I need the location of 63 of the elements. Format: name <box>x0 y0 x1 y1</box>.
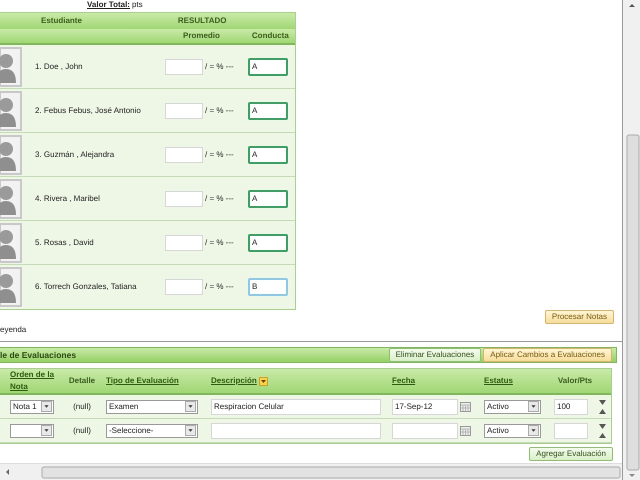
calendar-icon[interactable] <box>460 426 471 436</box>
conduct-input[interactable]: A <box>248 146 288 164</box>
average-percent: / = % --- <box>205 148 235 160</box>
column-header: Valor/Pts <box>558 375 592 387</box>
average-input[interactable] <box>165 102 203 118</box>
description-input[interactable] <box>211 422 381 438</box>
points-input[interactable]: 100 <box>554 398 588 414</box>
average-percent: / = % --- <box>205 104 235 116</box>
vertical-scrollbar[interactable] <box>622 0 640 480</box>
conduct-input[interactable]: A <box>248 58 288 76</box>
conduct-input[interactable]: A <box>248 234 288 252</box>
average-input[interactable] <box>165 58 203 74</box>
conduct-input[interactable]: A <box>248 190 288 208</box>
student-name: 2. Febus Febus, José Antonio <box>35 104 142 116</box>
average-input[interactable] <box>165 190 203 206</box>
status-select[interactable]: Activo <box>484 400 541 414</box>
student-name: 4. Rivera , Maribel <box>35 192 101 204</box>
reorder-arrows-icon[interactable] <box>599 400 606 414</box>
description-input[interactable]: Respiracion Celular <box>211 398 381 414</box>
action-button[interactable]: Eliminar Evaluaciones <box>388 348 482 362</box>
panel-title: le de Evaluaciones <box>0 348 76 362</box>
horizontal-scrollbar[interactable] <box>0 463 622 480</box>
detail-value: (null) <box>73 426 91 434</box>
column-header-link[interactable]: Orden de la Nota <box>10 369 66 393</box>
reorder-arrows-icon[interactable] <box>599 424 606 438</box>
order-select[interactable]: Nota 1 <box>10 400 54 414</box>
points-input[interactable] <box>554 422 588 438</box>
add-evaluation-button[interactable]: Agregar Evaluación <box>529 447 613 461</box>
date-input[interactable] <box>392 422 458 438</box>
column-header-link[interactable]: Estatus <box>484 375 513 387</box>
average-percent: / = % --- <box>205 236 235 248</box>
date-input[interactable]: 17-Sep-12 <box>392 398 458 414</box>
average-percent: / = % --- <box>205 192 235 204</box>
type-select[interactable]: Examen <box>106 400 198 414</box>
student-name: 3. Guzmán , Alejandra <box>35 148 116 160</box>
status-select[interactable]: Activo <box>484 424 541 438</box>
type-select[interactable]: -Seleccione- <box>106 424 198 438</box>
detail-value: (null) <box>73 402 91 410</box>
column-header: Detalle <box>68 375 96 387</box>
student-name: 6. Torrech Gonzales, Tatiana <box>35 281 138 293</box>
column-header: Conducta <box>252 30 289 42</box>
action-button[interactable]: Aplicar Cambios a Evaluaciones <box>483 348 612 362</box>
column-header-link[interactable]: Tipo de Evaluación <box>106 375 179 387</box>
average-input[interactable] <box>165 279 203 295</box>
average-percent: / = % --- <box>205 60 235 72</box>
average-input[interactable] <box>165 146 203 162</box>
average-input[interactable] <box>165 234 203 250</box>
process-grades-button[interactable]: Procesar Notas <box>544 310 614 324</box>
calendar-icon[interactable] <box>460 402 471 412</box>
legend-label: eyenda <box>0 324 26 336</box>
column-header: RESULTADO <box>178 15 226 27</box>
total-value-label: Valor Total: <box>87 0 130 9</box>
column-header-link[interactable]: Fecha <box>392 375 416 387</box>
student-name: 5. Rosas , David <box>35 236 95 248</box>
column-header: Promedio <box>183 30 220 42</box>
column-header: Estudiante <box>41 15 82 27</box>
conduct-input[interactable]: B <box>248 278 288 296</box>
total-value-unit: pts <box>132 0 143 9</box>
sort-icon[interactable] <box>258 376 268 386</box>
average-percent: / = % --- <box>205 281 235 293</box>
column-header-link[interactable]: Descripción <box>211 375 257 387</box>
conduct-input[interactable]: A <box>248 102 288 120</box>
student-name: 1. Doe , John <box>35 60 84 72</box>
